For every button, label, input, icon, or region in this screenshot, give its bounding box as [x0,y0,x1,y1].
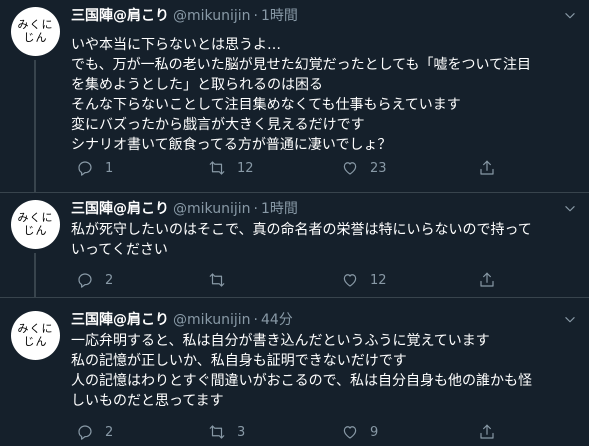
chevron-down-icon[interactable] [563,9,577,23]
reply-count: 2 [105,272,114,288]
like-button[interactable]: 12 [341,269,387,291]
like-button[interactable]: 9 [341,421,378,443]
thread-line [34,60,36,192]
display-name[interactable]: 三国陣@肩こり [71,8,169,24]
like-icon [343,274,357,287]
timestamp[interactable]: 1時間 [261,201,298,217]
tweet-header: 三国陣@肩こり @mikunijin · 1時間 [71,199,298,219]
timestamp[interactable]: 1時間 [261,8,298,24]
reply-button[interactable]: 2 [76,269,113,291]
reply-icon [78,425,92,440]
user-handle[interactable]: @mikunijin [173,312,251,328]
reply-button[interactable]: 2 [76,421,113,443]
separator-dot: · [253,201,258,217]
user-handle[interactable]: @mikunijin [173,8,251,24]
retweet-button[interactable]: 3 [208,421,245,443]
display-name[interactable]: 三国陣@肩こり [71,201,169,217]
tweet-header: 三国陣@肩こり @mikunijin · 44分 [71,310,293,330]
retweet-icon [209,425,225,439]
share-icon [480,272,494,287]
tweet[interactable]: みくに じん 三国陣@肩こり @mikunijin · 1時間 いや本当に下らないとは… [0,0,589,192]
chevron-down-icon[interactable] [563,313,577,327]
like-button[interactable]: 23 [341,157,387,179]
tweet-actions: 2 12 [71,269,571,291]
divider [0,297,589,298]
retweet-count: 12 [237,160,254,176]
thread-line [34,253,36,297]
like-icon [343,426,357,439]
reply-icon [78,273,92,288]
share-icon [480,424,494,439]
tweet-text: いや本当に下らないとは思うよ… でも、万が一私の老いた脳が見せた幻覚だったとして… [71,37,532,153]
tweet-text: 私が死守したいのはそこで、真の命名者の栄誉は特にいらないので持って いってくださ… [71,222,532,258]
avatar[interactable]: みくに じん [11,7,60,56]
like-icon [343,162,357,175]
tweet-actions: 1 12 23 [71,157,571,179]
share-button[interactable] [478,269,496,291]
like-count: 23 [370,160,387,176]
avatar[interactable]: みくに じん [11,200,60,249]
share-button[interactable] [478,421,496,443]
avatar[interactable]: みくに じん [11,311,60,360]
user-handle[interactable]: @mikunijin [173,201,251,217]
like-count: 9 [370,424,379,440]
tweet[interactable]: みくに じん 三国陣@肩こり @mikunijin · 44分 一応弁明すると、私は自… [0,304,589,446]
retweet-count: 3 [237,424,246,440]
tweet-actions: 2 3 9 [71,421,571,443]
reply-icon [78,161,92,176]
reply-count: 2 [105,424,114,440]
retweet-button[interactable]: 12 [208,157,254,179]
share-button[interactable] [478,157,496,179]
separator-dot: · [253,312,258,328]
reply-button[interactable]: 1 [76,157,113,179]
display-name[interactable]: 三国陣@肩こり [71,312,169,328]
retweet-icon [209,273,225,287]
tweet-header: 三国陣@肩こり @mikunijin · 1時間 [71,6,298,26]
retweet-icon [209,161,225,175]
chevron-down-icon[interactable] [563,202,577,216]
like-count: 12 [370,272,387,288]
reply-count: 1 [105,160,114,176]
timestamp[interactable]: 44分 [261,312,293,328]
separator-dot: · [253,8,258,24]
share-icon [480,160,494,175]
tweet[interactable]: みくに じん 三国陣@肩こり @mikunijin · 1時間 私が死守したいのはそこ… [0,193,589,297]
retweet-button[interactable] [208,269,237,291]
tweet-text: 一応弁明すると、私は自分が書き込んだというふうに覚えています 私の記憶が正しいか… [71,333,533,409]
